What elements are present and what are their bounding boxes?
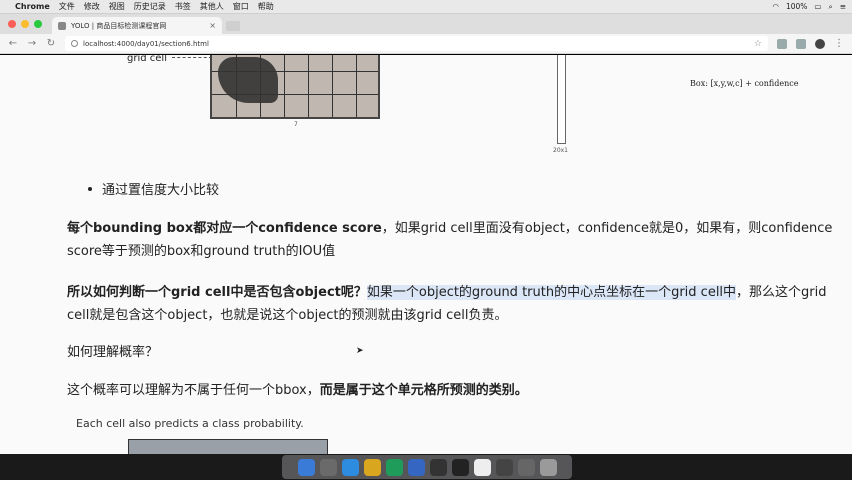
minimize-window-icon[interactable] xyxy=(21,20,29,28)
menu-bar: Chrome 文件 修改 视图 历史记录 书签 其他人 窗口 帮助 ◠ 100%… xyxy=(0,0,852,14)
battery-icon[interactable]: ▭ xyxy=(814,2,821,11)
paragraph-probability-plain: 这个概率可以理解为不属于任何一个bbox， xyxy=(67,383,320,398)
favicon-icon xyxy=(58,21,66,30)
paragraph-probability-bold: 而是属于这个单元格所预测的类别。 xyxy=(319,383,528,398)
page-content: grid cell 7 20x1 Box: [x,y,w,c] + confid… xyxy=(0,55,852,454)
screenshot-icon[interactable] xyxy=(517,458,535,476)
menu-app-name[interactable]: Chrome xyxy=(15,2,50,11)
probability-vector xyxy=(557,55,566,144)
vector-size-label: 20x1 xyxy=(553,147,569,154)
pycharm-icon[interactable] xyxy=(385,458,403,476)
zoom-window-icon[interactable] xyxy=(34,20,42,28)
figure-caption: Each cell also predicts a class probabil… xyxy=(76,417,304,430)
menu-file[interactable]: 文件 xyxy=(59,1,75,12)
terminal-icon[interactable] xyxy=(451,458,469,476)
window-controls xyxy=(0,20,52,34)
battery-label: 100% xyxy=(785,2,808,11)
forward-icon[interactable]: → xyxy=(27,38,37,49)
grid-size-label: 7 xyxy=(294,121,298,128)
menu-help[interactable]: 帮助 xyxy=(258,1,274,12)
profile-avatar-icon[interactable] xyxy=(815,38,825,49)
mouse-cursor-icon: ➤ xyxy=(356,346,364,356)
bookmark-star-icon[interactable]: ☆ xyxy=(754,39,762,49)
new-tab-button[interactable] xyxy=(226,21,240,31)
close-window-icon[interactable] xyxy=(8,20,16,28)
grid-line xyxy=(332,55,333,117)
menu-history[interactable]: 历史记录 xyxy=(134,1,166,12)
search-icon[interactable]: ⌕ xyxy=(829,2,833,12)
extension-icon-2[interactable] xyxy=(796,38,806,49)
grid-line xyxy=(236,55,237,117)
paragraph-grid-cell-bold: 所以如何判断一个grid cell中是否包含object呢？ xyxy=(67,285,367,300)
grid-line xyxy=(356,55,357,117)
menu-edit[interactable]: 修改 xyxy=(84,1,100,12)
menu-list-icon[interactable]: ≡ xyxy=(840,2,846,11)
tab-close-icon[interactable]: × xyxy=(209,21,216,30)
chrome-icon[interactable] xyxy=(363,458,381,476)
music-icon[interactable] xyxy=(495,458,513,476)
launchpad-icon[interactable] xyxy=(319,458,337,476)
bullet-item: 通过置信度大小比较 xyxy=(88,179,219,198)
chrome-menu-icon[interactable]: ⋮ xyxy=(834,38,844,49)
tab-title: YOLO | 商品目标检测课程官网 xyxy=(71,21,167,30)
bullet-text: 通过置信度大小比较 xyxy=(102,183,220,198)
highlighted-text: 如果一个object的ground truth的中心点坐标在一个grid cel… xyxy=(366,285,737,300)
menu-bookmarks[interactable]: 书签 xyxy=(175,1,191,12)
typora-icon[interactable] xyxy=(473,458,491,476)
wifi-icon[interactable]: ◠ xyxy=(772,2,779,11)
url-text[interactable]: localhost:4000/day01/section6.html xyxy=(83,40,209,48)
reload-icon[interactable]: ↻ xyxy=(46,38,56,49)
dock xyxy=(282,455,572,479)
address-bar[interactable]: localhost:4000/day01/section6.html ☆ xyxy=(65,36,768,51)
back-icon[interactable]: ← xyxy=(8,38,18,49)
finder-icon[interactable] xyxy=(297,458,315,476)
grid-line xyxy=(284,55,285,117)
class-probability-image xyxy=(128,439,328,454)
tab-strip: YOLO | 商品目标检测课程官网 × xyxy=(0,14,852,34)
menu-window[interactable]: 窗口 xyxy=(233,1,249,12)
paragraph-probability-question: 如何理解概率？ xyxy=(67,345,159,360)
bullet-dot xyxy=(88,186,92,191)
grid-cell-label: grid cell xyxy=(127,55,167,64)
grid-line xyxy=(212,94,378,95)
paragraph-grid-cell: 所以如何判断一个grid cell中是否包含object呢？如果一个object… xyxy=(67,281,837,327)
paragraph-confidence: 每个bounding box都对应一个confidence score，如果gr… xyxy=(67,217,837,263)
toolbar: ← → ↻ localhost:4000/day01/section6.html… xyxy=(0,34,852,54)
info-icon[interactable] xyxy=(71,40,78,47)
safari-icon[interactable] xyxy=(341,458,359,476)
quicktime-icon[interactable] xyxy=(429,458,447,476)
trash-icon[interactable] xyxy=(539,458,557,476)
extension-icon[interactable] xyxy=(777,38,787,49)
grid-cell-pointer xyxy=(172,57,212,58)
menu-people[interactable]: 其他人 xyxy=(200,1,224,12)
grid-image xyxy=(210,55,380,119)
menu-view[interactable]: 视图 xyxy=(109,1,125,12)
paragraph-probability: 这个概率可以理解为不属于任何一个bbox，而是属于这个单元格所预测的类别。 xyxy=(67,379,837,402)
tab-active[interactable]: YOLO | 商品目标检测课程官网 × xyxy=(52,17,222,34)
box-formula: Box: [x,y,w,c] + confidence xyxy=(690,79,799,88)
image-dog-shape xyxy=(218,57,278,103)
grid-line xyxy=(260,55,261,117)
grid-line xyxy=(212,71,378,72)
menu-status-area: ◠ 100% ▭ ⌕ ≡ xyxy=(772,2,852,12)
keynote-icon[interactable] xyxy=(407,458,425,476)
grid-line xyxy=(308,55,309,117)
paragraph-confidence-bold: 每个bounding box都对应一个confidence score xyxy=(67,221,382,236)
